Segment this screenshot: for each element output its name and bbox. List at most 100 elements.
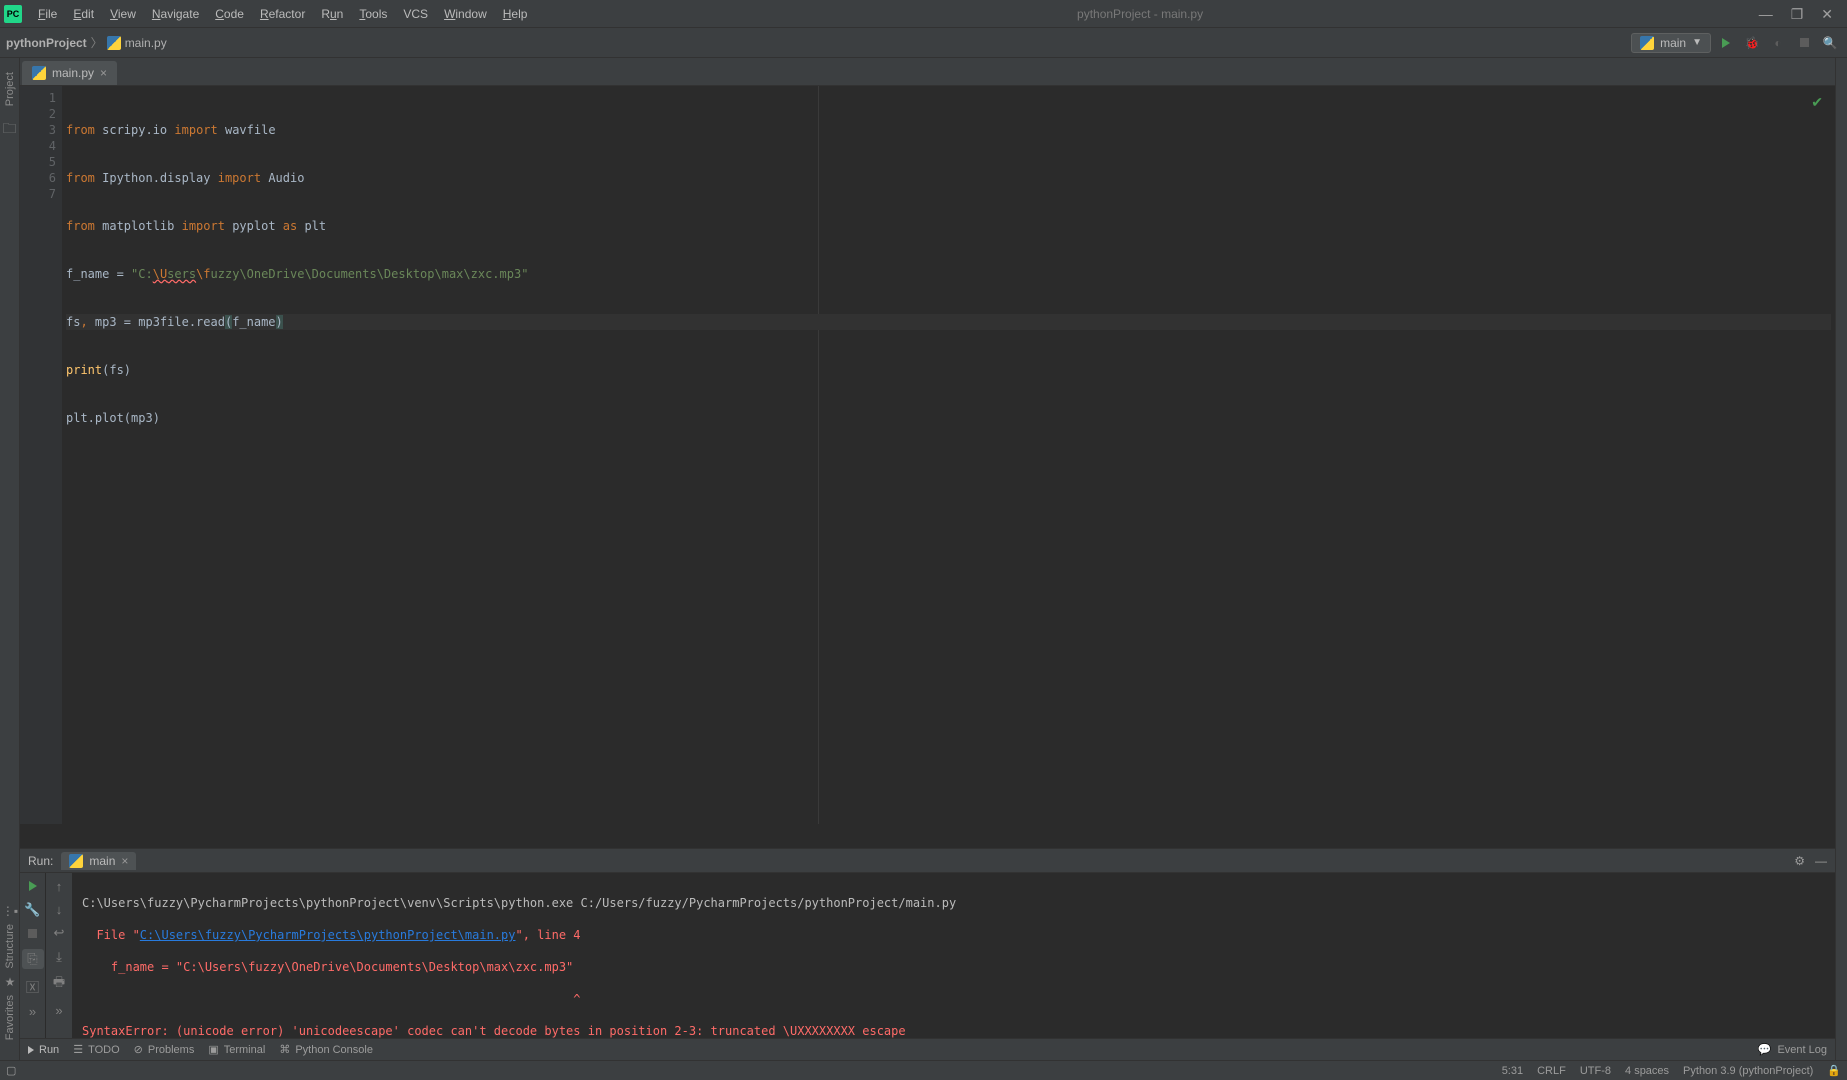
status-encoding[interactable]: UTF-8 [1580, 1065, 1611, 1077]
file-tab-main[interactable]: main.py × [22, 61, 117, 85]
rerun-button[interactable] [29, 879, 37, 894]
menu-file[interactable]: FFileile [30, 0, 65, 28]
title-bar: PC FFileile EditEdit ViewView NavigateNa… [0, 0, 1847, 28]
hide-icon[interactable]: — [1815, 854, 1827, 868]
delete-icon[interactable]: 🅇 [26, 977, 39, 996]
wrench-icon[interactable]: 🔧 [24, 902, 40, 918]
line-number[interactable]: 5 [20, 154, 56, 170]
code-line[interactable]: from matplotlib import pyplot as plt [66, 218, 1831, 234]
code-line[interactable]: from scripy.io import wavfile [66, 122, 1831, 138]
more-icon[interactable]: » [29, 1004, 36, 1019]
pycharm-icon: PC [4, 5, 22, 23]
down-arrow-icon[interactable]: ↓ [56, 902, 63, 917]
line-number[interactable]: 4 [20, 138, 56, 154]
search-everywhere-button[interactable]: 🔍 [1819, 32, 1841, 54]
code-line[interactable]: plt.plot(mp3) [66, 410, 1831, 426]
breadcrumb-file[interactable]: main.py [107, 36, 167, 50]
gutter[interactable]: 1 2 3 4 5 6 7 [20, 86, 62, 824]
folder-icon[interactable]: 🗀 [3, 118, 17, 142]
gear-icon[interactable]: ⚙ [1794, 854, 1805, 868]
run-label: Run: [28, 854, 53, 868]
status-interpreter[interactable]: Python 3.9 (pythonProject) [1683, 1065, 1813, 1077]
code-line[interactable]: print(fs) [66, 362, 1831, 378]
status-indent[interactable]: 4 spaces [1625, 1065, 1669, 1077]
lock-icon[interactable]: 🔒 [1827, 1064, 1841, 1077]
menu-help[interactable]: HelpHelp [495, 0, 536, 28]
run-sidebar: 🔧 ⎘ 🅇 » ↑ ↓ ↩ ⤓ 🖶 » [20, 873, 72, 1044]
favorites-icon: ★ [5, 975, 16, 989]
file-link[interactable]: C:\Users\fuzzy\PycharmProjects\pythonPro… [140, 928, 516, 942]
toolbar-right: main ▼ 🐞 ◐ 🔍 [1631, 32, 1841, 54]
output-line: f_name = "C:\Users\fuzzy\OneDrive\Docume… [82, 959, 1825, 975]
tool-tab-event-log[interactable]: Event Log [1777, 1044, 1827, 1056]
run-output[interactable]: C:\Users\fuzzy\PycharmProjects\pythonPro… [72, 873, 1835, 1044]
tool-tab-python-console[interactable]: ⌘Python Console [279, 1043, 373, 1056]
line-number[interactable]: 1 [20, 90, 56, 106]
close-run-tab-icon[interactable]: × [121, 854, 128, 868]
menu-navigate[interactable]: NavigateNavigate [144, 0, 207, 28]
code-line[interactable]: from Ipython.display import Audio [66, 170, 1831, 186]
exit-code-indicator[interactable]: ⎘ [22, 949, 44, 969]
line-number[interactable]: 6 [20, 170, 56, 186]
soft-wrap-icon[interactable]: ↩ [54, 925, 65, 941]
run-config-selector[interactable]: main ▼ [1631, 33, 1711, 53]
tool-windows-toggle-icon[interactable]: ▢ [6, 1064, 16, 1077]
debug-button[interactable]: 🐞 [1741, 32, 1763, 54]
run-tool-window: Run: main × ⚙ — 🔧 ⎘ 🅇 » ↑ ↓ [20, 848, 1835, 1044]
output-line: ^ [82, 991, 1825, 1007]
menu-edit[interactable]: EditEdit [65, 0, 102, 28]
window-controls: — ❐ ✕ [1745, 0, 1847, 28]
scroll-to-end-icon[interactable]: ⤓ [56, 949, 62, 965]
stop-button[interactable] [1793, 32, 1815, 54]
file-tabs: main.py × [0, 58, 1847, 86]
more-icon[interactable]: » [55, 1003, 62, 1018]
chevron-down-icon: ▼ [1692, 37, 1702, 48]
structure-icon: ⋮▪ [2, 904, 18, 918]
coverage-button[interactable]: ◐ [1767, 32, 1789, 54]
tool-tab-todo[interactable]: ☰TODO [73, 1043, 119, 1056]
python-file-icon [107, 36, 121, 50]
run-tab-main[interactable]: main × [61, 852, 136, 870]
structure-tool-button[interactable]: Structure [4, 924, 16, 969]
menu-code[interactable]: CodeCode [207, 0, 252, 28]
menu-tools[interactable]: ToolsTools [351, 0, 395, 28]
line-number[interactable]: 2 [20, 106, 56, 122]
minimize-icon[interactable]: — [1759, 0, 1773, 28]
menu-view[interactable]: ViewView [102, 0, 144, 28]
tool-tab-run[interactable]: Run [28, 1044, 59, 1056]
breadcrumb-project[interactable]: pythonProject [6, 36, 87, 50]
up-arrow-icon[interactable]: ↑ [56, 879, 63, 894]
run-tab-label: main [89, 854, 115, 868]
stop-button-disabled[interactable] [28, 926, 37, 941]
status-line-separator[interactable]: CRLF [1537, 1065, 1566, 1077]
status-caret-position[interactable]: 5:31 [1502, 1065, 1523, 1077]
left-tool-rail-bottom: ⋮▪ Structure ★ Favorites [0, 904, 20, 1040]
close-icon[interactable]: ✕ [1821, 0, 1833, 28]
menu-vcs[interactable]: VCS [395, 0, 436, 28]
tool-tab-problems[interactable]: ⊘Problems [134, 1043, 195, 1056]
print-icon[interactable]: 🖶 [53, 973, 65, 995]
code-line[interactable]: f_name = "C:\Users\fuzzy\OneDrive\Docume… [66, 266, 1831, 282]
line-number[interactable]: 7 [20, 186, 56, 202]
code-line[interactable]: fs, mp3 = mp3file.read(f_name) [66, 314, 1831, 330]
output-line: C:\Users\fuzzy\PycharmProjects\pythonPro… [82, 895, 1825, 911]
tool-tab-terminal[interactable]: ▣Terminal [208, 1043, 265, 1056]
menu-run[interactable]: RunRun [313, 0, 351, 28]
status-bar: ▢ 5:31 CRLF UTF-8 4 spaces Python 3.9 (p… [0, 1060, 1847, 1080]
python-file-icon [32, 66, 46, 80]
maximize-icon[interactable]: ❐ [1791, 0, 1804, 28]
close-tab-icon[interactable]: × [100, 66, 107, 80]
run-button[interactable] [1715, 32, 1737, 54]
project-tool-button[interactable]: Project [4, 68, 16, 110]
code-editor[interactable]: ✔ 1 2 3 4 5 6 7 from scripy.io import wa… [20, 86, 1835, 824]
menu-refactor[interactable]: RefactorRefactor [252, 0, 313, 28]
output-line: SyntaxError: (unicode error) 'unicodeesc… [82, 1023, 1825, 1039]
breadcrumb: pythonProject 〉 main.py [6, 34, 167, 51]
code-area[interactable]: from scripy.io import wavfile from Ipyth… [62, 86, 1835, 824]
favorites-tool-button[interactable]: Favorites [4, 995, 16, 1040]
event-log-icon[interactable]: 💬 [1758, 1043, 1772, 1056]
breadcrumb-separator: 〉 [91, 34, 103, 51]
run-body: 🔧 ⎘ 🅇 » ↑ ↓ ↩ ⤓ 🖶 » C:\Users\fuzzy\Pycha… [20, 873, 1835, 1044]
menu-window[interactable]: WindowWindow [436, 0, 495, 28]
line-number[interactable]: 3 [20, 122, 56, 138]
